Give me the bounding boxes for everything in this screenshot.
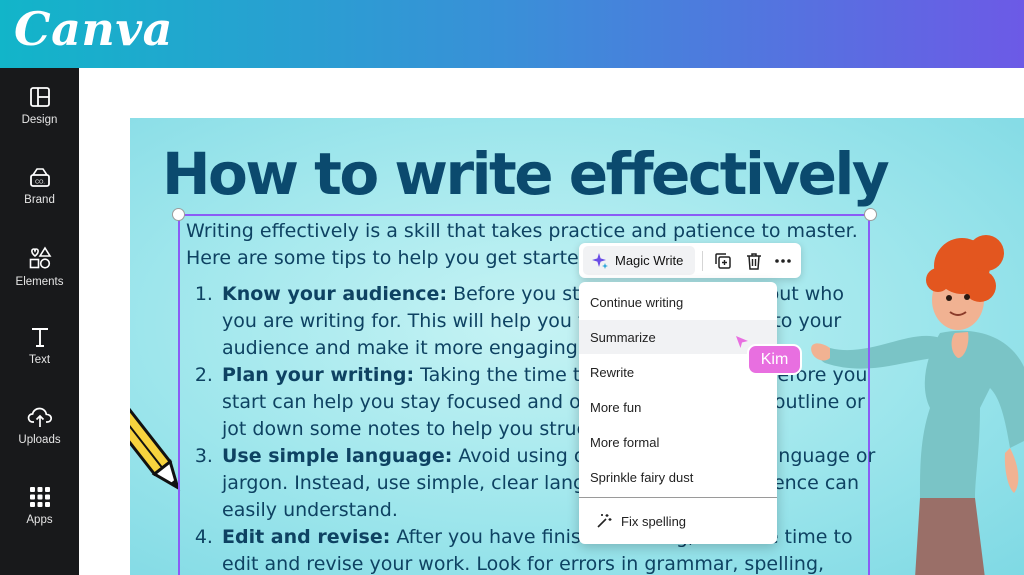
menu-item-label: More formal: [590, 435, 660, 450]
sparkle-icon: [592, 253, 608, 269]
tip-heading: Plan your writing:: [222, 364, 415, 386]
collaborator-name-tag: Kim: [747, 344, 802, 375]
brand-icon: CO.: [29, 168, 50, 187]
text-icon: [31, 328, 48, 347]
menu-item-sprinkle-fairy-dust[interactable]: Sprinkle fairy dust: [579, 460, 777, 494]
menu-divider: [579, 497, 777, 498]
menu-item-label: Summarize: [590, 330, 656, 345]
design-canvas[interactable]: How to write effectively Writing effecti…: [130, 118, 1024, 575]
sidebar: Design CO. Brand Elements Text Uploads A…: [0, 68, 79, 575]
duplicate-icon[interactable]: [713, 251, 733, 271]
canva-logo[interactable]: Canva: [14, 2, 173, 56]
list-item: Use simple language: Avoid using overly …: [219, 443, 876, 524]
menu-item-label: Continue writing: [590, 295, 684, 310]
menu-item-continue-writing[interactable]: Continue writing: [579, 285, 777, 319]
sidebar-item-label: Brand: [24, 194, 55, 206]
magic-wand-icon: [597, 514, 612, 528]
svg-text:CO.: CO.: [35, 180, 45, 186]
cloud-upload-icon: [27, 407, 52, 427]
sidebar-item-design[interactable]: Design: [0, 86, 79, 156]
toolbar-divider: [702, 251, 703, 271]
sidebar-item-brand[interactable]: CO. Brand: [0, 166, 79, 236]
menu-item-fix-spelling[interactable]: Fix spelling: [579, 504, 777, 538]
menu-item-label: Fix spelling: [621, 514, 687, 529]
sidebar-item-elements[interactable]: Elements: [0, 246, 79, 316]
menu-item-label: Sprinkle fairy dust: [590, 470, 694, 485]
tip-heading: Know your audience:: [222, 283, 448, 305]
shapes-icon: [29, 246, 51, 269]
collaborator-cursor-icon: [736, 336, 748, 348]
menu-item-more-formal[interactable]: More formal: [579, 425, 777, 459]
sidebar-item-uploads[interactable]: Uploads: [0, 406, 79, 476]
menu-item-label: Rewrite: [590, 365, 635, 380]
magic-write-button[interactable]: Magic Write: [583, 246, 695, 275]
tip-heading: Use simple language:: [222, 445, 453, 467]
sidebar-item-label: Uploads: [18, 434, 61, 446]
more-icon[interactable]: [773, 251, 793, 271]
sidebar-item-label: Elements: [15, 276, 64, 288]
sidebar-item-label: Text: [28, 354, 51, 366]
text-context-toolbar: Magic Write: [579, 243, 801, 278]
magic-write-label: Magic Write: [615, 253, 684, 268]
tip-heading: Edit and revise:: [222, 526, 391, 548]
menu-item-more-fun[interactable]: More fun: [579, 390, 777, 424]
apps-grid-icon: [29, 487, 50, 507]
sidebar-item-text[interactable]: Text: [0, 326, 79, 396]
sidebar-item-apps[interactable]: Apps: [0, 486, 79, 556]
list-item: Edit and revise: After you have finished…: [219, 524, 876, 575]
menu-item-label: More fun: [590, 400, 642, 415]
sidebar-item-label: Design: [21, 114, 58, 126]
top-bar: Canva: [0, 0, 1024, 68]
layout-icon: [29, 87, 50, 107]
design-title[interactable]: How to write effectively: [162, 140, 890, 208]
magic-write-menu: Continue writing Summarize Rewrite More …: [579, 282, 777, 544]
resize-handle-top-left[interactable]: [172, 208, 185, 221]
sidebar-item-label: Apps: [26, 514, 53, 526]
trash-icon[interactable]: [744, 251, 764, 271]
